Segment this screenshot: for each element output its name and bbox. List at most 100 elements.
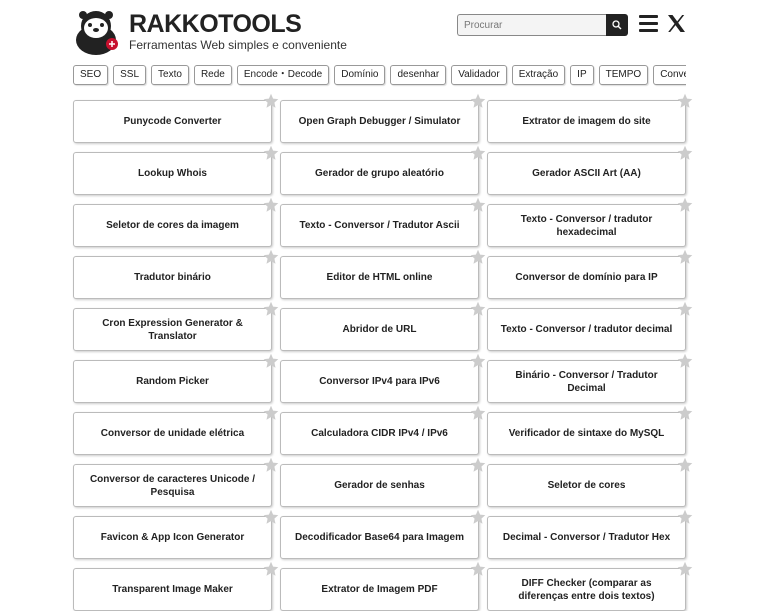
favorite-star-icon[interactable]	[263, 93, 279, 109]
tool-card[interactable]: Gerador de senhas	[280, 457, 486, 507]
favorite-star-icon[interactable]	[470, 93, 486, 109]
tool-card-label: Conversor IPv4 para IPv6	[319, 376, 440, 387]
favorite-star-icon[interactable]	[470, 353, 486, 369]
favorite-star-icon[interactable]	[263, 561, 279, 577]
favorite-star-icon[interactable]	[470, 145, 486, 161]
category-chip[interactable]: Domínio	[334, 65, 386, 85]
category-chip[interactable]: SEO	[73, 65, 109, 85]
tool-card-label: Texto - Conversor / Tradutor Ascii	[299, 220, 460, 231]
rakko-mascot-logo[interactable]	[74, 10, 122, 56]
tool-card-label: Conversor de caracteres Unicode / Pesqui…	[89, 473, 256, 498]
tool-card-label: Punycode Converter	[123, 116, 222, 127]
tool-card[interactable]: Seletor de cores da imagem	[73, 197, 279, 247]
favorite-star-icon[interactable]	[677, 509, 693, 525]
tool-card[interactable]: Conversor de caracteres Unicode / Pesqui…	[73, 457, 279, 507]
favorite-star-icon[interactable]	[677, 457, 693, 473]
search-icon	[612, 20, 622, 30]
tool-card[interactable]: Transparent Image Maker	[73, 561, 279, 611]
tool-card-label: Decimal - Conversor / Tradutor Hex	[502, 532, 671, 543]
tool-card[interactable]: Cron Expression Generator & Translator	[73, 301, 279, 351]
category-nav: SEO SSL Texto Rede Encode・Decode Domínio desen…	[73, 65, 686, 87]
category-chip[interactable]: Validador	[451, 65, 507, 85]
tool-card-label: Conversor de unidade elétrica	[100, 428, 245, 439]
favorite-star-icon[interactable]	[263, 301, 279, 317]
favorite-star-icon[interactable]	[677, 301, 693, 317]
tool-card[interactable]: Punycode Converter	[73, 93, 279, 143]
favorite-star-icon[interactable]	[677, 93, 693, 109]
category-chip[interactable]: TEMPO	[598, 65, 649, 85]
tool-card[interactable]: Texto - Conversor / Tradutor Ascii	[280, 197, 486, 247]
tool-card-label: Gerador ASCII Art (AA)	[532, 168, 641, 179]
tool-card[interactable]: Seletor de cores	[487, 457, 693, 507]
favorite-star-icon[interactable]	[677, 405, 693, 421]
tool-card[interactable]: Favicon & App Icon Generator	[73, 509, 279, 559]
favorite-star-icon[interactable]	[263, 405, 279, 421]
tagline: Ferramentas Web simples e conveniente	[129, 38, 347, 52]
tool-card[interactable]: Abridor de URL	[280, 301, 486, 351]
favorite-star-icon[interactable]	[677, 197, 693, 213]
favorite-star-icon[interactable]	[677, 561, 693, 577]
favorite-star-icon[interactable]	[677, 249, 693, 265]
tool-card[interactable]: Gerador de grupo aleatório	[280, 145, 486, 195]
tool-card-label: Texto - Conversor / tradutor hexadecimal	[520, 213, 653, 238]
search-button[interactable]	[606, 14, 628, 36]
tool-card-label: Lookup Whois	[138, 168, 207, 179]
tool-card[interactable]: Extrator de imagem do site	[487, 93, 693, 143]
tool-card-label: DIFF Checker (comparar as diferenças ent…	[518, 577, 655, 602]
x-logo-icon[interactable]	[667, 14, 686, 33]
favorite-star-icon[interactable]	[470, 561, 486, 577]
tool-card[interactable]: Binário - Conversor / Tradutor Decimal	[487, 353, 693, 403]
tool-card-label: Texto - Conversor / tradutor decimal	[500, 324, 673, 335]
favorite-star-icon[interactable]	[677, 353, 693, 369]
tool-card[interactable]: Gerador ASCII Art (AA)	[487, 145, 693, 195]
favorite-star-icon[interactable]	[470, 457, 486, 473]
favorite-star-icon[interactable]	[263, 457, 279, 473]
category-chip[interactable]: Rede	[193, 65, 232, 85]
brand-name[interactable]: RAKKOTOOLS	[129, 10, 302, 38]
favorite-star-icon[interactable]	[263, 353, 279, 369]
tool-card[interactable]: Lookup Whois	[73, 145, 279, 195]
favorite-star-icon[interactable]	[470, 197, 486, 213]
tool-card[interactable]: Editor de HTML online	[280, 249, 486, 299]
favorite-star-icon[interactable]	[470, 249, 486, 265]
favorite-star-icon[interactable]	[677, 145, 693, 161]
tool-card-label: Gerador de senhas	[334, 480, 425, 491]
category-chip[interactable]: Extração	[511, 65, 566, 85]
tool-card[interactable]: Verificador de sintaxe do MySQL	[487, 405, 693, 455]
tool-card[interactable]: Conversor IPv4 para IPv6	[280, 353, 486, 403]
tool-card[interactable]: Texto - Conversor / tradutor decimal	[487, 301, 693, 351]
favorite-star-icon[interactable]	[263, 197, 279, 213]
tool-card-label: Seletor de cores	[547, 480, 626, 491]
favorite-star-icon[interactable]	[470, 509, 486, 525]
tool-card-label: Conversor de domínio para IP	[515, 272, 658, 283]
tool-card[interactable]: Extrator de Imagem PDF	[280, 561, 486, 611]
favorite-star-icon[interactable]	[263, 145, 279, 161]
tool-card[interactable]: Tradutor binário	[73, 249, 279, 299]
tool-card[interactable]: Random Picker	[73, 353, 279, 403]
category-chip[interactable]: desenhar	[390, 65, 447, 85]
favorite-star-icon[interactable]	[470, 405, 486, 421]
tool-card[interactable]: Decimal - Conversor / Tradutor Hex	[487, 509, 693, 559]
tool-card[interactable]: DIFF Checker (comparar as diferenças ent…	[487, 561, 693, 611]
search-input[interactable]	[457, 14, 606, 36]
favorite-star-icon[interactable]	[263, 509, 279, 525]
tool-card[interactable]: Decodificador Base64 para Imagem	[280, 509, 486, 559]
category-chip[interactable]: Encode・Decode	[236, 65, 330, 85]
tool-card-label: Favicon & App Icon Generator	[100, 532, 245, 543]
category-chip[interactable]: IP	[570, 65, 594, 85]
tool-card[interactable]: Calculadora CIDR IPv4 / IPv6	[280, 405, 486, 455]
category-chip[interactable]: SSL	[113, 65, 147, 85]
menu-icon[interactable]	[639, 15, 658, 33]
tool-card[interactable]: Texto - Conversor / tradutor hexadecimal	[487, 197, 693, 247]
tool-card-label: Random Picker	[136, 376, 209, 387]
tool-card-label: Transparent Image Maker	[112, 584, 233, 595]
category-chip[interactable]: Convert	[653, 65, 686, 85]
tool-card-label: Verificador de sintaxe do MySQL	[508, 428, 665, 439]
favorite-star-icon[interactable]	[263, 249, 279, 265]
category-chip[interactable]: Texto	[151, 65, 189, 85]
tool-card[interactable]: Conversor de unidade elétrica	[73, 405, 279, 455]
tool-card[interactable]: Conversor de domínio para IP	[487, 249, 693, 299]
favorite-star-icon[interactable]	[470, 301, 486, 317]
tool-card[interactable]: Open Graph Debugger / Simulator	[280, 93, 486, 143]
tool-grid: Punycode Converter Open Graph Debugger / …	[73, 93, 693, 611]
